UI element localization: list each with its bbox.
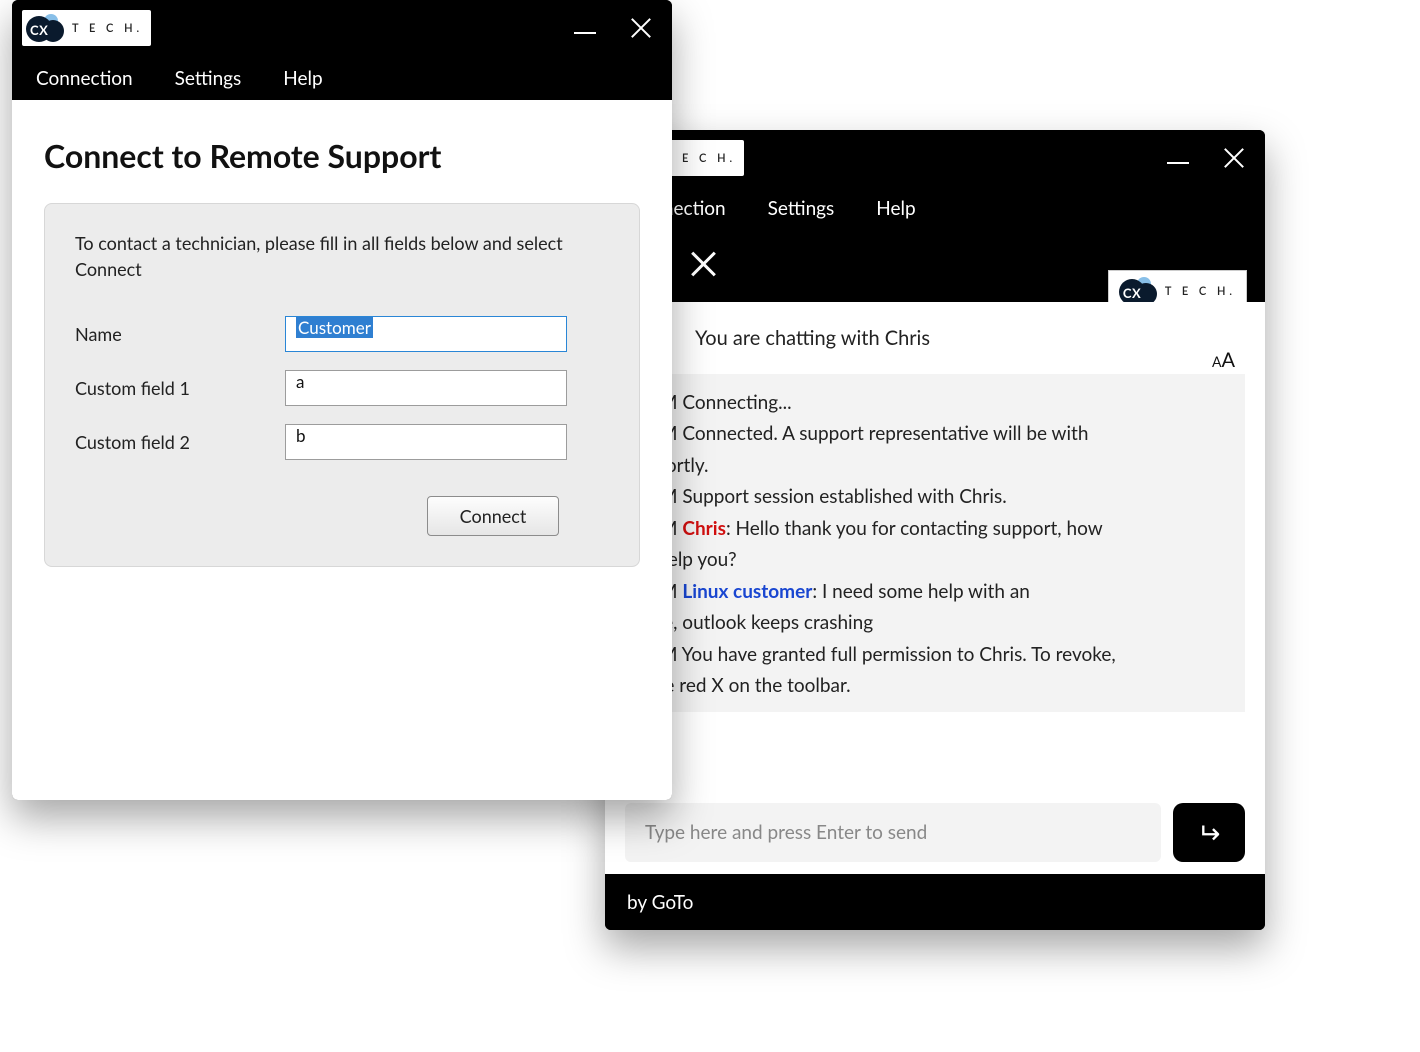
name-input[interactable]: Customer <box>285 316 567 352</box>
custom1-label: Custom field 1 <box>75 377 285 399</box>
chat-line: AM Linux customer: I need some help with… <box>647 577 1223 606</box>
chat-line: AM You have granted full permission to C… <box>647 640 1223 669</box>
menu-help[interactable]: Help <box>876 197 915 220</box>
chat-log: AM Connecting...AM Connected. A support … <box>625 374 1245 712</box>
brand-badge-icon: CX <box>26 14 68 42</box>
titlebar: CX T E C H. <box>605 130 1265 186</box>
minimize-button[interactable] <box>574 32 596 34</box>
chat-line: the red X on the toolbar. <box>647 671 1223 700</box>
chat-line: AM Support session established with Chri… <box>647 482 1223 511</box>
brand-badge-icon: CX <box>1119 277 1161 305</box>
name-label: Name <box>75 323 285 345</box>
page-title: Connect to Remote Support <box>44 136 640 175</box>
chatting-with-label: You are chatting with Chris AA <box>605 302 1265 374</box>
custom2-input[interactable]: b <box>285 424 567 460</box>
send-button[interactable]: ↵ <box>1173 803 1245 862</box>
menubar: Connection Settings Help <box>605 186 1265 230</box>
connect-window: CX T E C H. Connection Settings Help Con… <box>12 0 672 800</box>
connect-content: Connect to Remote Support To contact a t… <box>12 100 672 800</box>
chat-input[interactable]: Type here and press Enter to send <box>625 803 1161 862</box>
custom1-input[interactable]: a <box>285 370 567 406</box>
menu-help[interactable]: Help <box>283 67 322 90</box>
brand-text: T E C H. <box>72 22 143 35</box>
form-panel: To contact a technician, please fill in … <box>44 203 640 567</box>
close-button[interactable] <box>1223 147 1245 169</box>
chat-line: I help you? <box>647 545 1223 574</box>
menu-connection[interactable]: Connection <box>36 67 133 90</box>
chat-window: CX T E C H. Connection Settings Help S C… <box>605 130 1265 930</box>
menubar: Connection Settings Help <box>12 56 672 100</box>
font-size-icon[interactable]: AA <box>1212 348 1235 372</box>
chat-line: AM Chris: Hello thank you for contacting… <box>647 514 1223 543</box>
connect-button[interactable]: Connect <box>427 496 559 536</box>
chat-tabbar: S CX T E C H. <box>605 230 1265 302</box>
brand-text: T E C H. <box>665 152 736 165</box>
menu-settings[interactable]: Settings <box>768 197 835 220</box>
custom2-label: Custom field 2 <box>75 431 285 453</box>
chat-tab-close-icon[interactable] <box>689 250 717 278</box>
chat-line: ate, outlook keeps crashing <box>647 608 1223 637</box>
chat-line: AM Connecting... <box>647 388 1223 417</box>
minimize-button[interactable] <box>1167 162 1189 164</box>
titlebar: CX T E C H. <box>12 0 672 56</box>
brand-logo: CX T E C H. <box>22 10 151 46</box>
chat-line: AM Connected. A support representative w… <box>647 419 1223 448</box>
instructions: To contact a technician, please fill in … <box>75 230 609 282</box>
enter-icon: ↵ <box>1197 815 1220 850</box>
close-button[interactable] <box>630 17 652 39</box>
menu-settings[interactable]: Settings <box>175 67 242 90</box>
footer: by GoTo <box>605 874 1265 930</box>
brand-text: T E C H. <box>1165 285 1236 298</box>
chat-line: shortly. <box>647 451 1223 480</box>
chat-body: You are chatting with Chris AA AM Connec… <box>605 302 1265 874</box>
